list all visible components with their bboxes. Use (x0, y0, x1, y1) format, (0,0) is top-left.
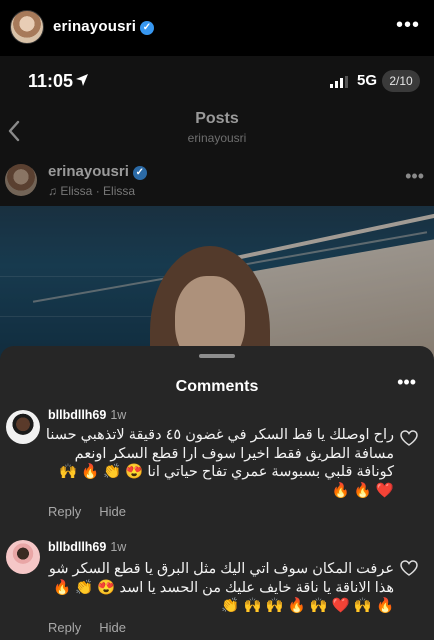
location-arrow-icon (76, 74, 88, 86)
comment-time: 1w (110, 540, 127, 554)
commenter-username-text: bllbdllh69 (48, 540, 107, 554)
hide-button[interactable]: Hide (99, 620, 126, 635)
post-image-screenshot: 11:05 5G 2/10 Posts erinayousri erinayou… (0, 56, 434, 640)
comment-actions: Reply Hide (48, 504, 144, 519)
status-time: 11:05 (28, 71, 74, 91)
commenter-username[interactable]: bllbdllh69 1w (48, 540, 126, 554)
music-note-icon: ♫ (48, 184, 57, 198)
comments-title: Comments (175, 378, 259, 395)
top-nav: Posts erinayousri (0, 110, 434, 158)
reply-button[interactable]: Reply (48, 504, 81, 519)
commenter-avatar[interactable] (6, 540, 40, 574)
page-subtitle: erinayousri (187, 131, 247, 145)
verified-badge-icon: ✓ (140, 21, 155, 35)
commenter-username-text: bllbdllh69 (48, 408, 107, 422)
author-username-text: erinayousri (53, 18, 137, 35)
comment-text: راح اوصلك يا قط السكر في غضون ٤٥ دقيقة ل… (45, 427, 394, 499)
hide-button[interactable]: Hide (99, 504, 126, 519)
page-title: Posts (195, 110, 239, 127)
music-label: Elissa · Elissa (60, 184, 136, 198)
author-username[interactable]: erinayousri ✓ (53, 18, 155, 35)
inner-avatar[interactable] (5, 164, 37, 196)
like-heart-icon[interactable] (400, 560, 418, 576)
status-bar: 11:05 5G 2/10 (0, 56, 434, 110)
inner-more-icon[interactable]: ••• (405, 166, 424, 187)
commenter-username[interactable]: bllbdllh69 1w (48, 408, 126, 422)
sheet-grabber[interactable] (199, 354, 235, 358)
more-options-icon[interactable]: ••• (396, 14, 420, 37)
inner-username-text: erinayousri (48, 163, 129, 180)
comment-time: 1w (110, 408, 127, 422)
signal-bars-icon (330, 76, 348, 88)
commenter-avatar[interactable] (6, 410, 40, 444)
comment-actions: Reply Hide (48, 620, 144, 635)
comments-more-icon[interactable]: ••• (397, 372, 416, 393)
reply-button[interactable]: Reply (48, 620, 81, 635)
inner-username[interactable]: erinayousri ✓ (48, 163, 147, 180)
page-indicator-badge: 2/10 (382, 70, 420, 92)
post-header: erinayousri ✓ ••• (0, 0, 434, 56)
comment-item: bllbdllh69 1w راح اوصلك يا قط السكر في غض… (0, 408, 434, 528)
inner-post-header: erinayousri ✓ ♫ Elissa · Elissa ••• (0, 158, 434, 204)
comment-item: bllbdllh69 1w عرفت المكان سوف اتي اليك مث… (0, 528, 434, 640)
avatar[interactable] (10, 10, 44, 44)
like-heart-icon[interactable] (400, 430, 418, 446)
verified-badge-icon: ✓ (132, 166, 147, 180)
comments-sheet: Comments ••• bllbdllh69 1w راح اوصلك يا ق… (0, 346, 434, 640)
network-type: 5G (357, 72, 378, 89)
music-info[interactable]: ♫ Elissa · Elissa (48, 184, 135, 198)
comment-text: عرفت المكان سوف اتي اليك مثل البرق يا قط… (48, 561, 394, 614)
